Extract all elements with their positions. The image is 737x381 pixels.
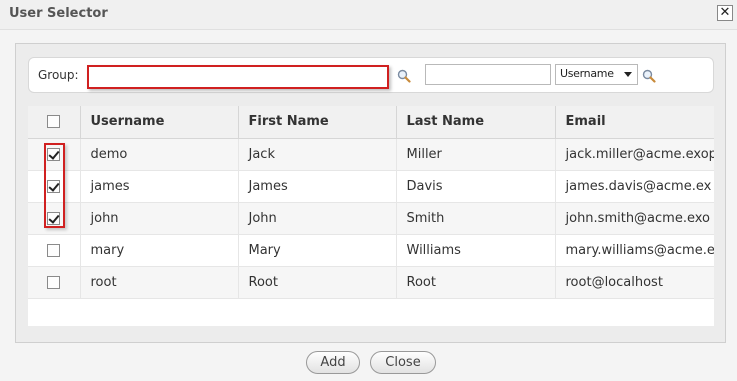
cell-first-name: John — [238, 202, 397, 235]
cell-username: demo — [80, 138, 239, 171]
row-checkbox[interactable] — [47, 243, 61, 257]
user-table: Username First Name Last Name Email demo… — [28, 106, 714, 299]
select-all-cell — [28, 106, 81, 139]
group-search-icon[interactable] — [397, 69, 411, 83]
row-select-cell — [28, 170, 81, 203]
cell-last-name: Smith — [396, 202, 556, 235]
group-label: Group: — [38, 68, 79, 82]
row-select-cell — [28, 266, 81, 299]
row-select-cell — [28, 138, 81, 171]
select-all-checkbox[interactable] — [47, 115, 61, 129]
group-input[interactable] — [87, 65, 389, 89]
cell-last-name: Davis — [396, 170, 556, 203]
cell-email: james.davis@acme.ex — [555, 170, 714, 203]
table-row[interactable]: demo Jack Miller jack.miller@acme.exop — [28, 138, 714, 171]
row-checkbox[interactable] — [47, 211, 61, 225]
table-header-row: Username First Name Last Name Email — [28, 106, 714, 139]
selector-panel: Group: Username Username First Name Last… — [15, 43, 726, 343]
table-row[interactable]: john John Smith john.smith@acme.exo — [28, 202, 714, 235]
row-select-cell — [28, 202, 81, 235]
dialog-title: User Selector — [9, 6, 108, 21]
row-checkbox[interactable] — [47, 275, 61, 289]
row-checkbox[interactable] — [47, 179, 61, 193]
cell-email: jack.miller@acme.exop — [555, 138, 714, 171]
add-button[interactable]: Add — [306, 351, 360, 374]
close-button[interactable]: Close — [370, 351, 436, 374]
user-search-input[interactable] — [425, 64, 551, 85]
column-header-email[interactable]: Email — [555, 106, 714, 139]
cell-username: james — [80, 170, 239, 203]
cell-first-name: Mary — [238, 234, 397, 267]
user-search-icon[interactable] — [642, 69, 656, 83]
table-row[interactable]: root Root Root root@localhost — [28, 266, 714, 299]
table-row[interactable]: mary Mary Williams mary.williams@acme.e — [28, 234, 714, 267]
dialog-titlebar: User Selector ✕ — [0, 0, 737, 30]
row-select-cell — [28, 234, 81, 267]
table-row[interactable]: james James Davis james.davis@acme.ex — [28, 170, 714, 203]
close-icon[interactable]: ✕ — [717, 5, 733, 21]
column-header-first-name[interactable]: First Name — [238, 106, 397, 139]
column-header-username[interactable]: Username — [80, 106, 239, 139]
cell-email: john.smith@acme.exo — [555, 202, 714, 235]
column-header-last-name[interactable]: Last Name — [396, 106, 556, 139]
cell-last-name: Miller — [396, 138, 556, 171]
row-checkbox[interactable] — [47, 147, 61, 161]
user-table-container: Username First Name Last Name Email demo… — [28, 106, 714, 326]
cell-first-name: Root — [238, 266, 397, 299]
cell-first-name: Jack — [238, 138, 397, 171]
cell-email: mary.williams@acme.e — [555, 234, 714, 267]
cell-username: mary — [80, 234, 239, 267]
user-selector-dialog: User Selector ✕ Group: Username Username… — [0, 0, 737, 381]
cell-last-name: Williams — [396, 234, 556, 267]
cell-username: root — [80, 266, 239, 299]
filter-bar: Group: Username — [28, 57, 714, 93]
cell-first-name: James — [238, 170, 397, 203]
cell-email: root@localhost — [555, 266, 714, 299]
search-field-selected: Username — [560, 67, 614, 80]
chevron-down-icon — [624, 72, 632, 77]
cell-last-name: Root — [396, 266, 556, 299]
search-field-select[interactable]: Username — [555, 64, 638, 85]
cell-username: john — [80, 202, 239, 235]
